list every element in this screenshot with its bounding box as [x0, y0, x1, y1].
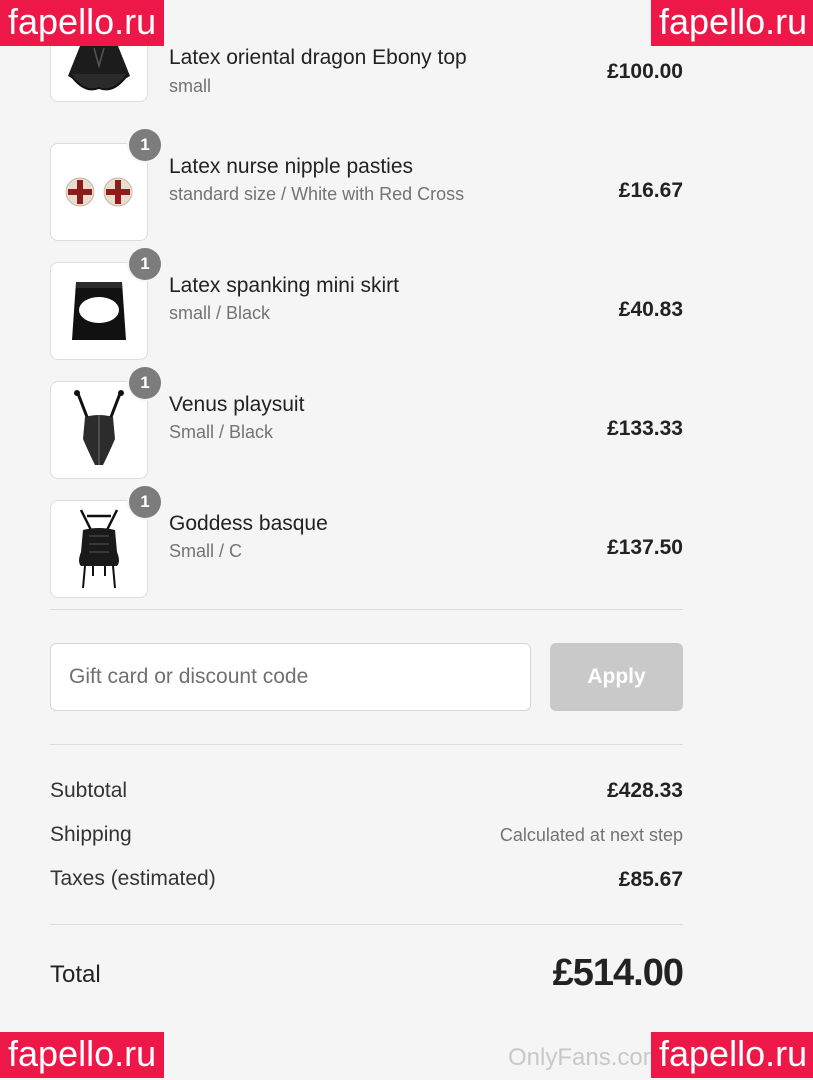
shipping-value: Calculated at next step: [499, 825, 683, 845]
item-price: £133.33: [607, 417, 683, 440]
basque-icon: [79, 509, 119, 589]
divider: [50, 609, 683, 610]
item-price: £40.83: [618, 298, 683, 321]
product-thumbnail: [50, 381, 148, 479]
line-item-basque: 1 Goddess basque Small / C £137.50: [50, 486, 683, 600]
playsuit-icon: [74, 390, 124, 465]
subtotal-label: Subtotal: [50, 779, 128, 802]
taxes-label: Taxes (estimated): [50, 867, 216, 890]
line-item-skirt: 1 Latex spanking mini skirt small / Blac…: [50, 248, 683, 362]
line-item-pasties: 1 Latex nurse nipple pasties standard si…: [50, 129, 683, 243]
quantity-badge: 1: [129, 486, 161, 518]
apply-button[interactable]: Apply: [550, 643, 683, 711]
product-thumbnail: [50, 500, 148, 598]
item-variant: small: [169, 76, 212, 96]
item-price: £16.67: [618, 179, 683, 202]
item-variant: Small / Black: [169, 422, 274, 442]
item-name: Latex spanking mini skirt: [169, 274, 399, 297]
shipping-label: Shipping: [50, 823, 132, 846]
line-item-playsuit: 1 Venus playsuit Small / Black £133.33: [50, 367, 683, 481]
pasties-icon: [65, 177, 133, 207]
discount-code-input[interactable]: [50, 643, 531, 711]
watermark-bottom-right: fapello.ru: [651, 1032, 813, 1078]
item-name: Latex nurse nipple pasties: [169, 155, 413, 178]
item-variant: small / Black: [169, 303, 271, 323]
quantity-badge: 1: [129, 367, 161, 399]
item-price: £100.00: [607, 60, 683, 83]
taxes-value: £85.67: [618, 868, 683, 891]
total-label: Total: [50, 961, 101, 988]
item-variant: Small / C: [169, 541, 243, 561]
item-name: Venus playsuit: [169, 393, 305, 416]
divider: [50, 924, 683, 925]
quantity-badge: 1: [129, 129, 161, 161]
skirt-icon: [72, 282, 126, 340]
total-value: £514.00: [552, 952, 684, 994]
subtotal-value: £428.33: [607, 779, 683, 802]
item-name: Goddess basque: [169, 512, 328, 535]
product-thumbnail: [50, 143, 148, 241]
onlyfans-watermark: OnlyFans.com/: [508, 1044, 670, 1071]
item-price: £137.50: [607, 536, 683, 559]
product-thumbnail: [50, 262, 148, 360]
quantity-badge: 1: [129, 248, 161, 280]
watermark-bottom-left: fapello.ru: [0, 1032, 165, 1078]
watermark-top-left: fapello.ru: [0, 0, 165, 46]
item-name: Latex oriental dragon Ebony top: [169, 46, 467, 69]
item-variant: standard size / White with Red Cross: [169, 184, 465, 204]
watermark-top-right: fapello.ru: [651, 0, 813, 46]
divider: [50, 744, 683, 745]
